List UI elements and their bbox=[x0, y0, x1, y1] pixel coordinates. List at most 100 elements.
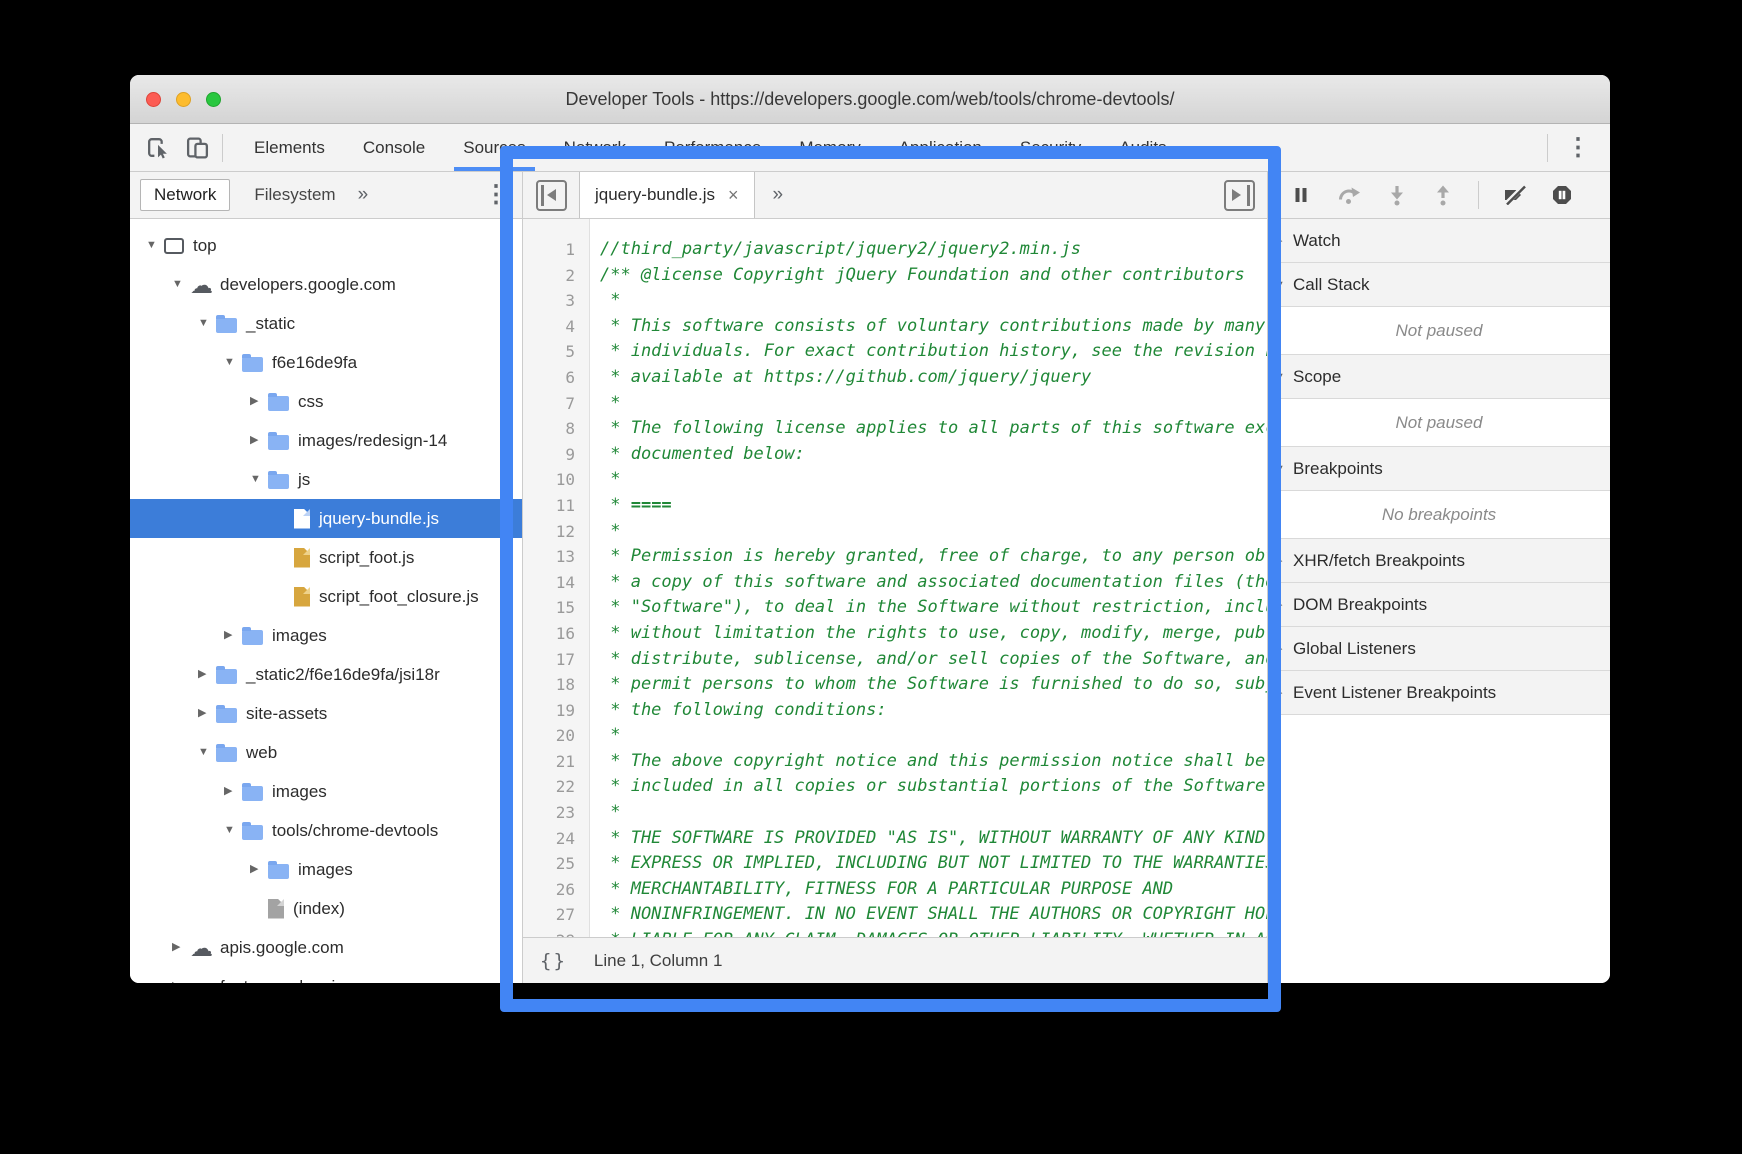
editor-tab[interactable]: jquery-bundle.js × bbox=[579, 172, 755, 218]
line-number[interactable]: 8 bbox=[523, 416, 590, 442]
close-tab-icon[interactable]: × bbox=[728, 185, 739, 206]
chevron-right-icon[interactable]: ▶ bbox=[224, 630, 242, 641]
line-number[interactable]: 28 bbox=[523, 928, 590, 937]
line-number[interactable]: 3 bbox=[523, 288, 590, 314]
more-editor-tabs-icon[interactable]: » bbox=[773, 184, 784, 206]
section-event-listener-breakpoints[interactable]: ▶ Event Listener Breakpoints bbox=[1268, 671, 1610, 715]
tree-row-file-selected[interactable]: jquery-bundle.js bbox=[130, 499, 522, 538]
line-number[interactable]: 9 bbox=[523, 442, 590, 468]
chevron-right-icon[interactable]: ▶ bbox=[1274, 234, 1291, 247]
close-button[interactable] bbox=[146, 92, 161, 107]
minimize-button[interactable] bbox=[176, 92, 191, 107]
line-number[interactable]: 2 bbox=[523, 263, 590, 289]
tree-row-folder[interactable]: ▼ web bbox=[130, 733, 522, 772]
tree-row-file[interactable]: (index) bbox=[130, 889, 522, 928]
chevron-right-icon[interactable]: ▶ bbox=[198, 708, 216, 719]
chevron-right-icon[interactable]: ▶ bbox=[198, 669, 216, 680]
line-number[interactable]: 10 bbox=[523, 467, 590, 493]
line-number[interactable]: 13 bbox=[523, 544, 590, 570]
chevron-right-icon[interactable]: ▶ bbox=[172, 981, 190, 983]
device-toolbar-icon[interactable] bbox=[185, 135, 210, 160]
more-tabs-icon[interactable]: » bbox=[358, 184, 369, 206]
line-number[interactable]: 6 bbox=[523, 365, 590, 391]
tab-security[interactable]: Security bbox=[1001, 124, 1100, 171]
navigator-menu-icon[interactable]: ⋮ bbox=[478, 183, 514, 207]
customize-devtools-icon[interactable]: ⋮ bbox=[1560, 136, 1596, 160]
step-into-icon[interactable] bbox=[1387, 185, 1407, 206]
chevron-down-icon[interactable]: ▼ bbox=[1274, 279, 1291, 291]
line-number[interactable]: 11 bbox=[523, 493, 590, 519]
chevron-right-icon[interactable]: ▶ bbox=[1274, 598, 1291, 611]
line-number[interactable]: 24 bbox=[523, 826, 590, 852]
chevron-right-icon[interactable]: ▶ bbox=[250, 864, 268, 875]
chevron-right-icon[interactable]: ▶ bbox=[1274, 554, 1291, 567]
tree-row-folder[interactable]: ▼ _static bbox=[130, 304, 522, 343]
line-number[interactable]: 5 bbox=[523, 339, 590, 365]
chevron-down-icon[interactable]: ▼ bbox=[198, 318, 216, 329]
section-scope[interactable]: ▼ Scope bbox=[1268, 355, 1610, 399]
line-number[interactable]: 12 bbox=[523, 519, 590, 545]
chevron-right-icon[interactable]: ▶ bbox=[250, 435, 268, 446]
line-number[interactable]: 19 bbox=[523, 698, 590, 724]
tree-row-folder[interactable]: ▼ f6e16de9fa bbox=[130, 343, 522, 382]
section-global-listeners[interactable]: ▶ Global Listeners bbox=[1268, 627, 1610, 671]
tab-application[interactable]: Application bbox=[880, 124, 1001, 171]
section-call-stack[interactable]: ▼ Call Stack bbox=[1268, 263, 1610, 307]
chevron-down-icon[interactable]: ▼ bbox=[198, 747, 216, 758]
deactivate-breakpoints-icon[interactable] bbox=[1504, 185, 1526, 205]
tab-network[interactable]: Network bbox=[545, 124, 645, 171]
line-number[interactable]: 23 bbox=[523, 800, 590, 826]
tab-sources[interactable]: Sources bbox=[444, 124, 544, 171]
pretty-print-icon[interactable]: {} bbox=[540, 950, 567, 972]
tree-row-folder[interactable]: ▶ _static2/f6e16de9fa/jsi18r bbox=[130, 655, 522, 694]
chevron-down-icon[interactable]: ▼ bbox=[146, 240, 164, 251]
chevron-right-icon[interactable]: ▶ bbox=[1274, 642, 1291, 655]
line-number[interactable]: 1 bbox=[523, 237, 590, 263]
section-xhr-breakpoints[interactable]: ▶ XHR/fetch Breakpoints bbox=[1268, 539, 1610, 583]
chevron-right-icon[interactable]: ▶ bbox=[1274, 686, 1291, 699]
next-tab-icon[interactable] bbox=[1224, 180, 1255, 211]
tree-row-folder[interactable]: ▶ css bbox=[130, 382, 522, 421]
pause-on-exceptions-icon[interactable] bbox=[1552, 185, 1572, 205]
tree-row-folder[interactable]: ▶ images bbox=[130, 850, 522, 889]
navigator-tab-filesystem[interactable]: Filesystem bbox=[254, 185, 335, 205]
chevron-down-icon[interactable]: ▼ bbox=[224, 825, 242, 836]
tree-row-domain[interactable]: ▶ ☁ apis.google.com bbox=[130, 928, 522, 967]
line-number[interactable]: 7 bbox=[523, 391, 590, 417]
tree-row-folder[interactable]: ▶ site-assets bbox=[130, 694, 522, 733]
zoom-button[interactable] bbox=[206, 92, 221, 107]
tree-row-top[interactable]: ▼ top bbox=[130, 226, 522, 265]
chevron-down-icon[interactable]: ▼ bbox=[250, 474, 268, 485]
tree-row-folder[interactable]: ▼ js bbox=[130, 460, 522, 499]
line-number[interactable]: 4 bbox=[523, 314, 590, 340]
chevron-down-icon[interactable]: ▼ bbox=[1274, 371, 1291, 383]
line-number[interactable]: 25 bbox=[523, 851, 590, 877]
chevron-right-icon[interactable]: ▶ bbox=[224, 786, 242, 797]
line-number[interactable]: 20 bbox=[523, 723, 590, 749]
pause-script-icon[interactable] bbox=[1291, 185, 1311, 205]
tree-row-file[interactable]: script_foot.js bbox=[130, 538, 522, 577]
line-number[interactable]: 18 bbox=[523, 672, 590, 698]
tree-row-folder[interactable]: ▼ tools/chrome-devtools bbox=[130, 811, 522, 850]
line-number[interactable]: 15 bbox=[523, 595, 590, 621]
chevron-right-icon[interactable]: ▶ bbox=[172, 942, 190, 953]
section-breakpoints[interactable]: ▼ Breakpoints bbox=[1268, 447, 1610, 491]
navigator-tab-network[interactable]: Network bbox=[140, 179, 230, 211]
tree-row-file[interactable]: script_foot_closure.js bbox=[130, 577, 522, 616]
tab-audits[interactable]: Audits bbox=[1100, 124, 1185, 171]
inspect-element-icon[interactable] bbox=[145, 135, 170, 160]
step-over-icon[interactable] bbox=[1337, 185, 1361, 205]
line-number[interactable]: 14 bbox=[523, 570, 590, 596]
step-out-icon[interactable] bbox=[1433, 185, 1453, 206]
tree-row-folder[interactable]: ▶ images bbox=[130, 616, 522, 655]
line-number[interactable]: 16 bbox=[523, 621, 590, 647]
tab-memory[interactable]: Memory bbox=[780, 124, 879, 171]
tab-performance[interactable]: Performance bbox=[645, 124, 780, 171]
tree-row-domain[interactable]: ▼ ☁ developers.google.com bbox=[130, 265, 522, 304]
section-watch[interactable]: ▶ Watch bbox=[1268, 219, 1610, 263]
chevron-down-icon[interactable]: ▼ bbox=[224, 357, 242, 368]
section-dom-breakpoints[interactable]: ▶ DOM Breakpoints bbox=[1268, 583, 1610, 627]
tab-elements[interactable]: Elements bbox=[235, 124, 344, 171]
line-number[interactable]: 27 bbox=[523, 902, 590, 928]
code-editor[interactable]: 1//third_party/javascript/jquery2/jquery… bbox=[523, 219, 1267, 937]
